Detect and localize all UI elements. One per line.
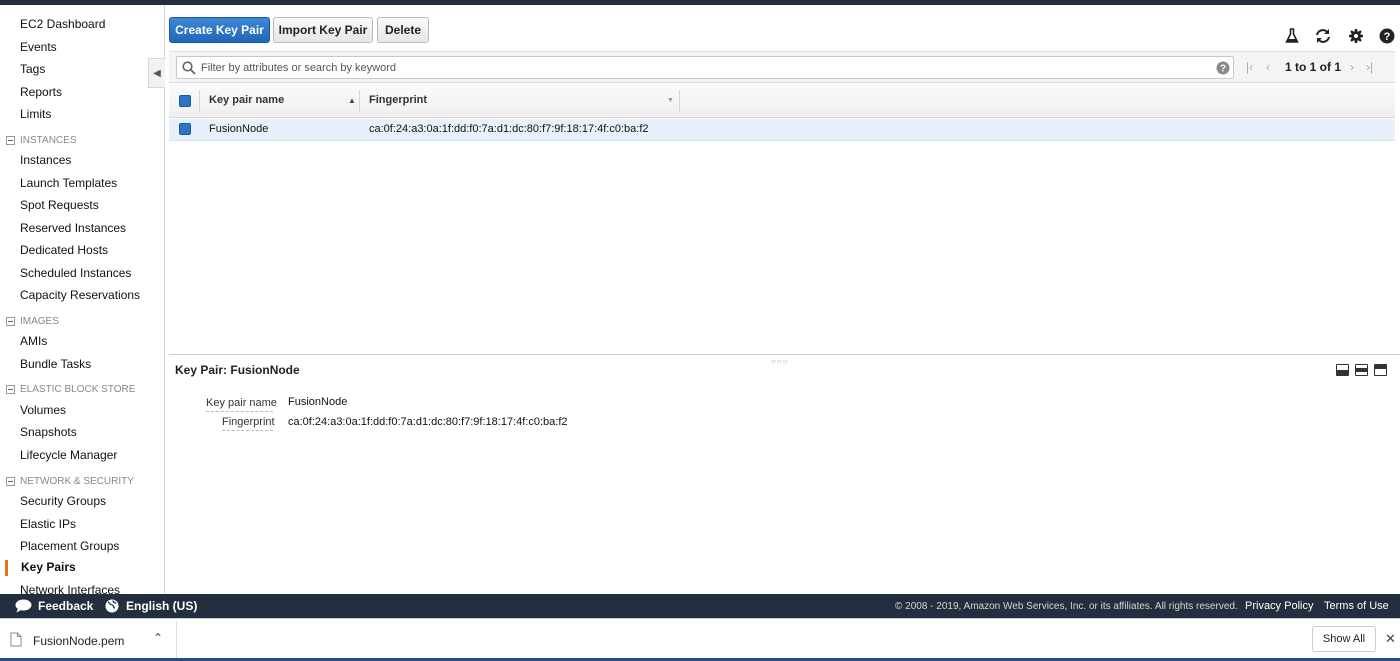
show-all-button[interactable]: Show All <box>1312 626 1376 652</box>
last-page-icon[interactable]: ›| <box>1366 60 1373 74</box>
panel-divider <box>169 354 1400 355</box>
svg-text:?: ? <box>1384 31 1391 43</box>
language-label: English (US) <box>126 599 198 613</box>
sort-icon[interactable]: ▼ <box>667 97 674 104</box>
table-row[interactable]: FusionNode ca:0f:24:a3:0a:1f:dd:f0:7a:d1… <box>169 119 1395 141</box>
detail-label-fingerprint: Fingerprint <box>222 416 275 431</box>
sidebar-item-scheduled-instances[interactable]: Scheduled Instances <box>20 266 131 280</box>
download-bar: FusionNode.pem ⌃ Show All ✕ <box>0 618 1400 661</box>
sidebar-item-security-groups[interactable]: Security Groups <box>20 494 106 508</box>
column-divider <box>359 90 360 112</box>
detail-value-key-pair-name: FusionNode <box>288 396 348 408</box>
sidebar-item-tags[interactable]: Tags <box>20 62 45 76</box>
sidebar-item-reports[interactable]: Reports <box>20 85 62 99</box>
sidebar-section-label: ELASTIC BLOCK STORE <box>20 384 136 395</box>
collapse-section-icon <box>6 317 15 326</box>
sort-ascending-icon[interactable]: ▲ <box>348 96 356 105</box>
row-checkbox[interactable] <box>179 123 191 135</box>
resize-handle-icon[interactable]: ○○○ <box>771 357 789 366</box>
close-icon[interactable]: ✕ <box>1385 631 1396 647</box>
layout-bottom-panel-icon[interactable] <box>1336 364 1349 376</box>
sidebar: EC2 Dashboard Events Tags Reports Limits… <box>0 5 165 594</box>
footer: Feedback English (US) © 2008 - 2019, Ama… <box>0 594 1400 618</box>
sidebar-item-volumes[interactable]: Volumes <box>20 403 66 417</box>
sidebar-item-ec2-dashboard[interactable]: EC2 Dashboard <box>20 17 105 31</box>
first-page-icon[interactable]: |‹ <box>1246 60 1253 74</box>
layout-top-panel-icon[interactable] <box>1374 364 1387 376</box>
pagination-text: 1 to 1 of 1 <box>1285 60 1342 74</box>
help-icon[interactable]: ? <box>1216 61 1230 75</box>
search-box[interactable]: ? <box>176 56 1234 79</box>
cell-key-pair-name: FusionNode <box>209 123 269 135</box>
sidebar-item-dedicated-hosts[interactable]: Dedicated Hosts <box>20 243 108 257</box>
sidebar-item-instances[interactable]: Instances <box>20 153 71 167</box>
column-header-key-pair-name[interactable]: Key pair name <box>209 94 284 106</box>
sidebar-item-events[interactable]: Events <box>20 40 57 54</box>
copyright-text: © 2008 - 2019, Amazon Web Services, Inc.… <box>895 601 1238 612</box>
top-bar <box>0 0 1400 5</box>
download-item[interactable]: FusionNode.pem ⌃ <box>0 621 177 659</box>
sidebar-item-elastic-ips[interactable]: Elastic IPs <box>20 517 76 531</box>
sidebar-item-network-interfaces[interactable]: Network Interfaces <box>20 583 120 594</box>
collapse-sidebar-button[interactable]: ◀ <box>148 58 165 88</box>
sidebar-item-launch-templates[interactable]: Launch Templates <box>20 176 117 190</box>
sidebar-item-placement-groups[interactable]: Placement Groups <box>20 539 119 553</box>
previous-page-icon[interactable]: ‹ <box>1266 60 1270 74</box>
chevron-up-icon[interactable]: ⌃ <box>153 631 163 645</box>
details-title: Key Pair: FusionNode <box>175 363 300 377</box>
download-file-name: FusionNode.pem <box>33 634 125 648</box>
collapse-section-icon <box>6 136 15 145</box>
sidebar-item-bundle-tasks[interactable]: Bundle Tasks <box>20 357 91 371</box>
column-divider <box>679 90 680 112</box>
sidebar-item-snapshots[interactable]: Snapshots <box>20 425 77 439</box>
sidebar-item-capacity-reservations[interactable]: Capacity Reservations <box>20 288 140 302</box>
language-selector[interactable]: English (US) <box>105 599 197 613</box>
file-icon <box>10 632 22 647</box>
help-icon[interactable]: ? <box>1378 27 1396 45</box>
detail-label-key-pair-name: Key pair name <box>206 397 277 412</box>
terms-of-use-link[interactable]: Terms of Use <box>1324 600 1389 612</box>
table-header: Key pair name ▲ Fingerprint ▼ <box>169 84 1395 118</box>
search-icon <box>182 61 196 75</box>
sidebar-section-network-security[interactable]: NETWORK & SECURITY <box>6 476 134 487</box>
speech-bubble-icon <box>15 599 32 613</box>
sidebar-section-label: IMAGES <box>20 316 59 327</box>
sidebar-item-reserved-instances[interactable]: Reserved Instances <box>20 221 126 235</box>
collapse-section-icon <box>6 385 15 394</box>
sidebar-section-label: INSTANCES <box>20 135 77 146</box>
globe-icon <box>105 599 119 613</box>
import-key-pair-button[interactable]: Import Key Pair <box>273 17 373 43</box>
column-divider <box>199 90 200 112</box>
gear-icon[interactable] <box>1347 27 1365 45</box>
svg-text:?: ? <box>1220 64 1226 75</box>
sidebar-item-amis[interactable]: AMIs <box>20 334 47 348</box>
sidebar-section-images[interactable]: IMAGES <box>6 316 59 327</box>
column-header-fingerprint[interactable]: Fingerprint <box>369 94 427 106</box>
detail-value-fingerprint: ca:0f:24:a3:0a:1f:dd:f0:7a:d1:dc:80:f7:9… <box>288 416 568 428</box>
select-all-checkbox[interactable] <box>179 95 191 107</box>
cell-fingerprint: ca:0f:24:a3:0a:1f:dd:f0:7a:d1:dc:80:f7:9… <box>369 123 649 135</box>
sidebar-item-key-pairs[interactable]: Key Pairs <box>21 560 76 574</box>
refresh-icon[interactable] <box>1314 27 1332 45</box>
chevron-left-icon: ◀ <box>153 67 161 79</box>
next-page-icon[interactable]: › <box>1350 60 1354 74</box>
feedback-button[interactable]: Feedback <box>15 599 93 613</box>
search-input[interactable] <box>201 57 1206 78</box>
collapse-section-icon <box>6 477 15 486</box>
sidebar-item-spot-requests[interactable]: Spot Requests <box>20 198 99 212</box>
privacy-policy-link[interactable]: Privacy Policy <box>1245 600 1313 612</box>
sidebar-section-label: NETWORK & SECURITY <box>20 476 134 487</box>
sidebar-item-lifecycle-manager[interactable]: Lifecycle Manager <box>20 448 117 462</box>
flask-icon[interactable] <box>1283 27 1301 45</box>
sidebar-item-limits[interactable]: Limits <box>20 107 51 121</box>
delete-button[interactable]: Delete <box>377 17 429 43</box>
sidebar-section-elastic-block-store[interactable]: ELASTIC BLOCK STORE <box>6 384 135 395</box>
active-item-indicator <box>5 560 8 576</box>
sidebar-section-instances[interactable]: INSTANCES <box>6 135 77 146</box>
create-key-pair-button[interactable]: Create Key Pair <box>169 17 270 43</box>
feedback-label: Feedback <box>38 599 94 613</box>
filter-bar: ? |‹ ‹ 1 to 1 of 1 › ›| <box>169 51 1395 83</box>
layout-split-panel-icon[interactable] <box>1355 364 1368 376</box>
